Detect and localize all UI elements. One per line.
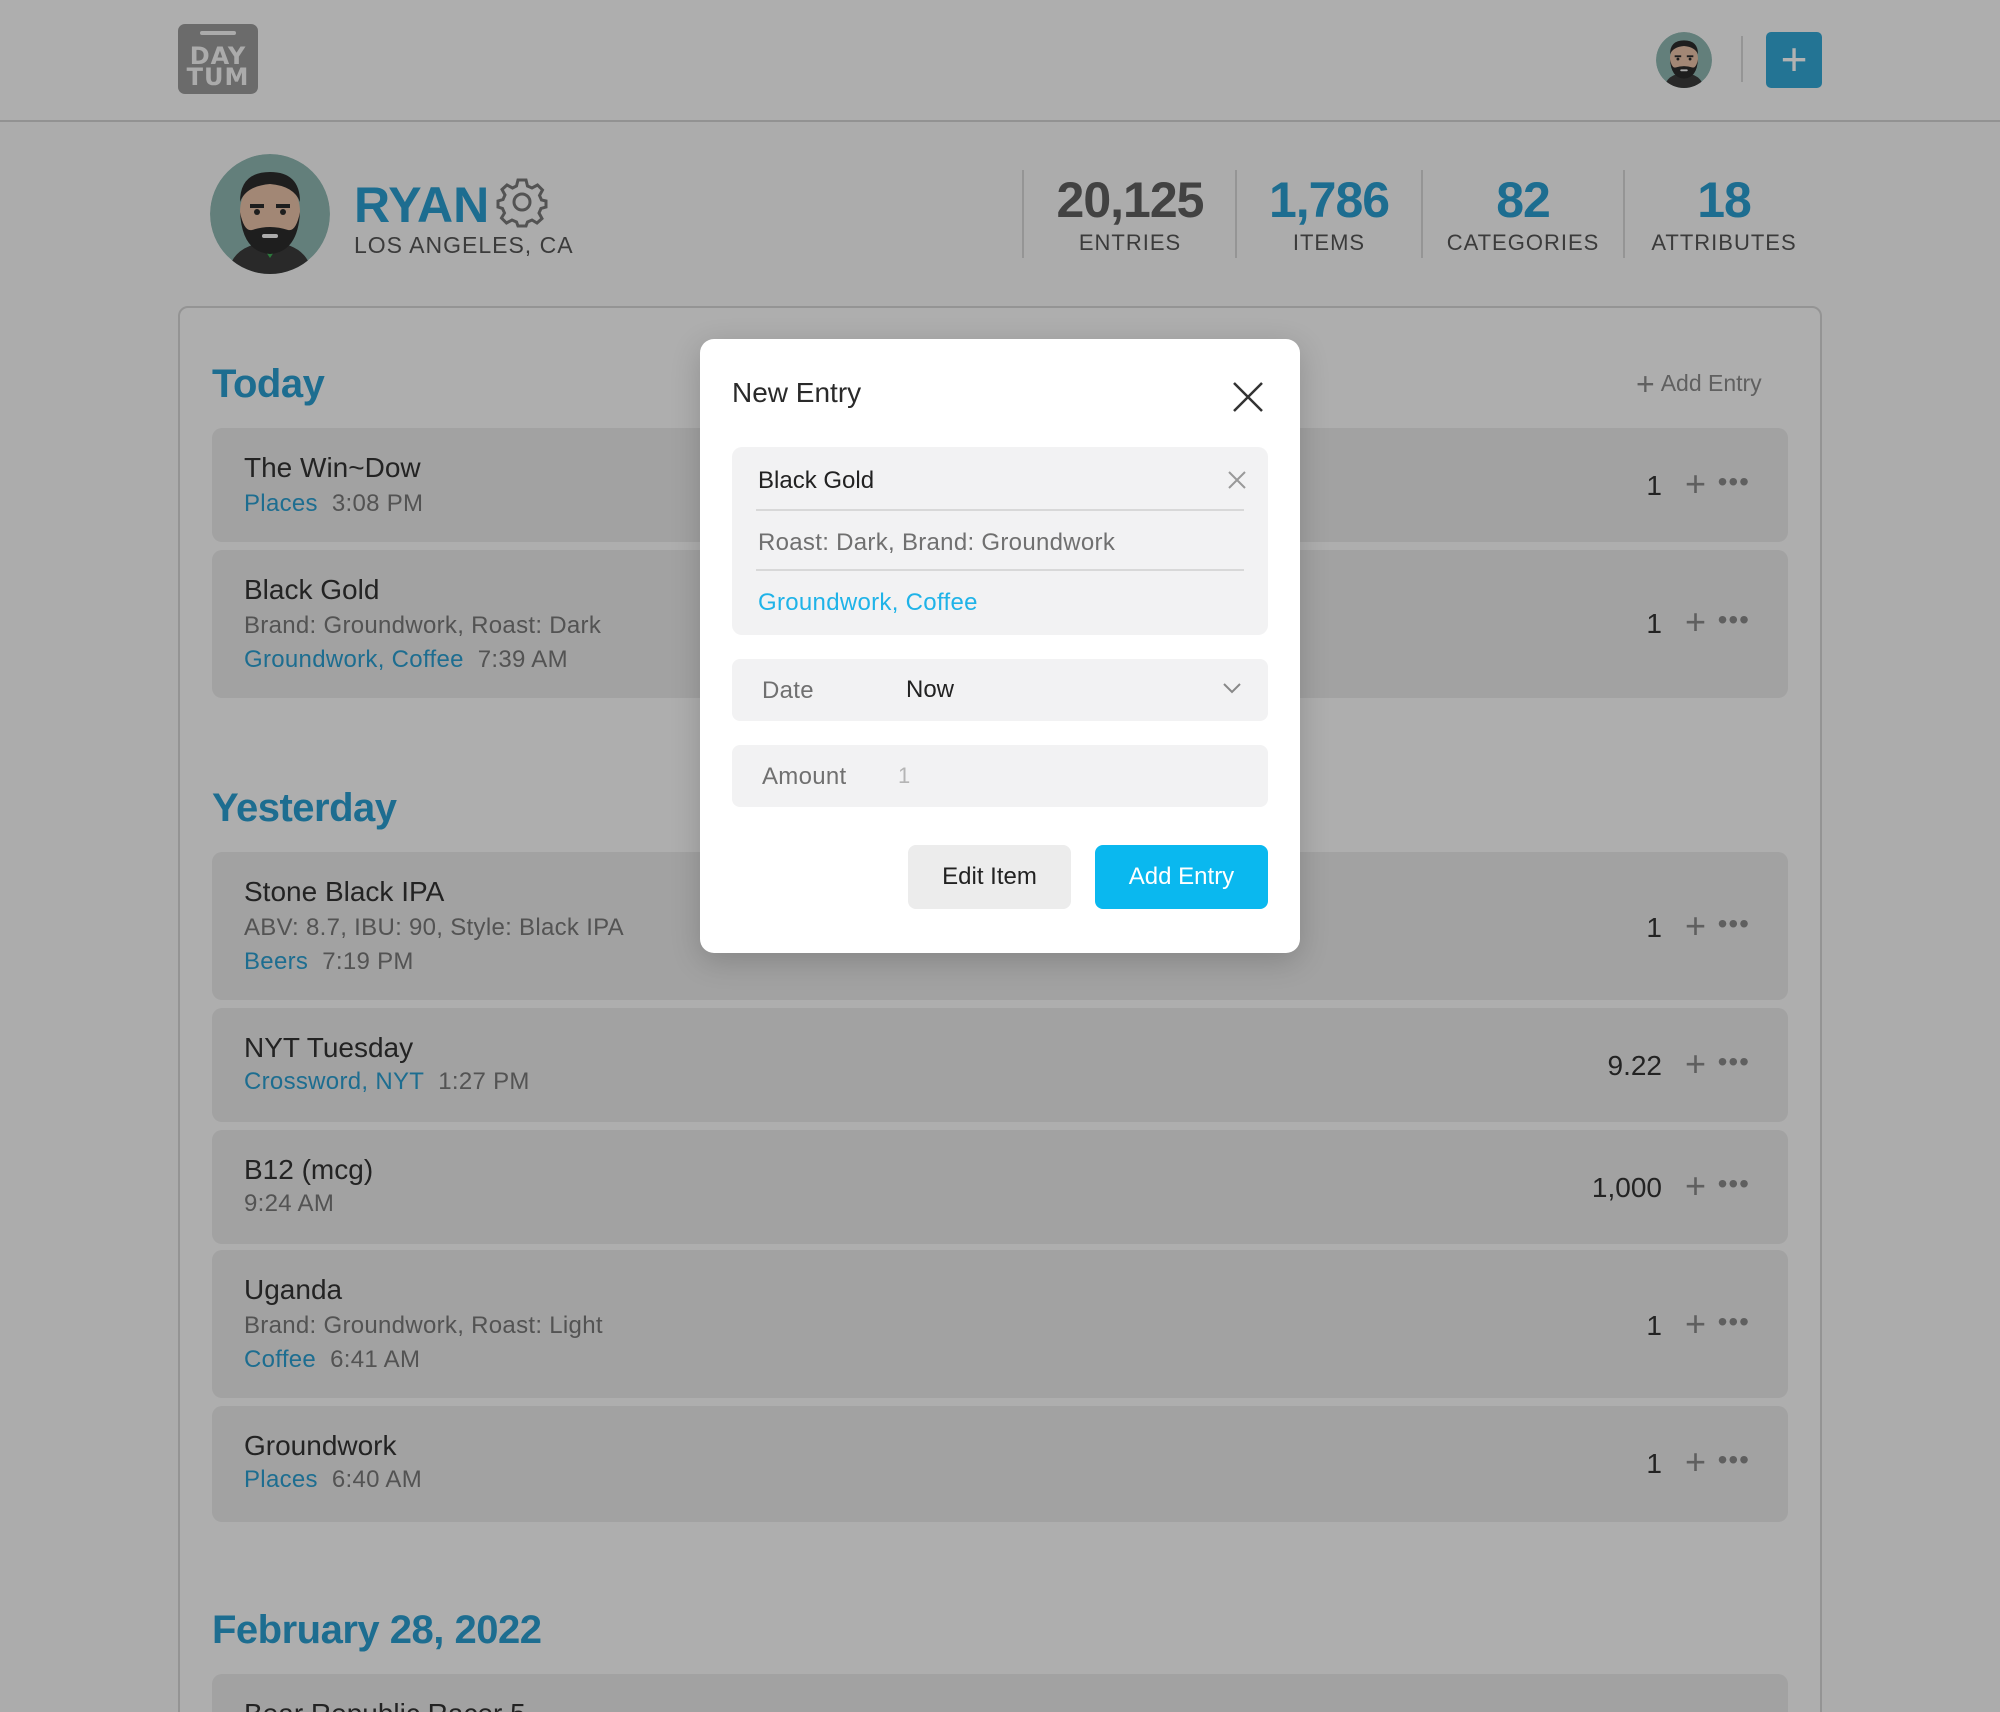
item-attributes: Roast: Dark, Brand: Groundwork: [758, 529, 1116, 556]
divider: [756, 509, 1244, 511]
add-entry-button[interactable]: Add Entry: [1095, 845, 1268, 909]
item-selector[interactable]: Black Gold Roast: Dark, Brand: Groundwor…: [732, 447, 1268, 635]
item-categories: Groundwork, Coffee: [758, 589, 978, 616]
amount-input[interactable]: [898, 755, 1238, 797]
date-select[interactable]: Date Now: [732, 659, 1268, 721]
date-label: Date: [762, 677, 814, 704]
modal-title: New Entry: [732, 377, 862, 408]
date-value: Now: [906, 676, 955, 703]
new-entry-modal: New Entry Black Gold Roast: Dark, Brand:…: [700, 339, 1300, 953]
clear-icon[interactable]: [1226, 469, 1248, 491]
divider: [756, 569, 1244, 571]
amount-label: Amount: [762, 763, 847, 790]
item-name-field[interactable]: Black Gold: [758, 467, 874, 495]
close-icon[interactable]: [1230, 379, 1266, 415]
amount-field[interactable]: Amount: [732, 745, 1268, 807]
chevron-down-icon: [1222, 681, 1242, 695]
edit-item-button[interactable]: Edit Item: [908, 845, 1071, 909]
